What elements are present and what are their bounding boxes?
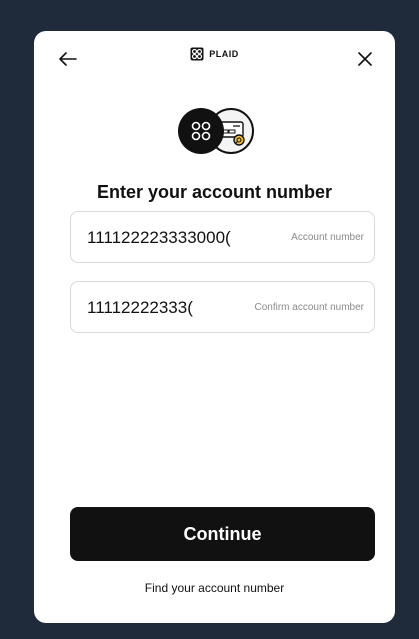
plaid-logo-icon xyxy=(190,47,204,61)
confirm-account-number-field[interactable]: 11112222333( Confirm account number xyxy=(70,281,375,333)
find-account-number-link[interactable]: Find your account number xyxy=(34,581,395,595)
close-icon xyxy=(358,52,372,66)
brand-name: PLAID xyxy=(209,49,239,59)
account-number-value: 111122223333000( xyxy=(87,228,231,247)
confirm-account-number-label: Confirm account number xyxy=(254,302,365,313)
hero-illustration xyxy=(34,106,395,158)
page-title: Enter your account number xyxy=(96,182,333,202)
outer-frame: PLAID Enter your account number 11112222… xyxy=(8,6,411,633)
account-number-field[interactable]: 111122223333000( Account number xyxy=(70,211,375,263)
header: PLAID xyxy=(34,31,395,89)
continue-button[interactable]: Continue xyxy=(70,507,375,561)
close-button[interactable] xyxy=(353,47,377,71)
brand: PLAID xyxy=(34,47,395,61)
plaid-hero-icon xyxy=(177,108,224,154)
plaid-dialog: PLAID Enter your account number 11112222… xyxy=(34,31,395,623)
confirm-account-number-value: 11112222333( xyxy=(87,298,193,317)
account-number-label: Account number xyxy=(291,232,364,243)
